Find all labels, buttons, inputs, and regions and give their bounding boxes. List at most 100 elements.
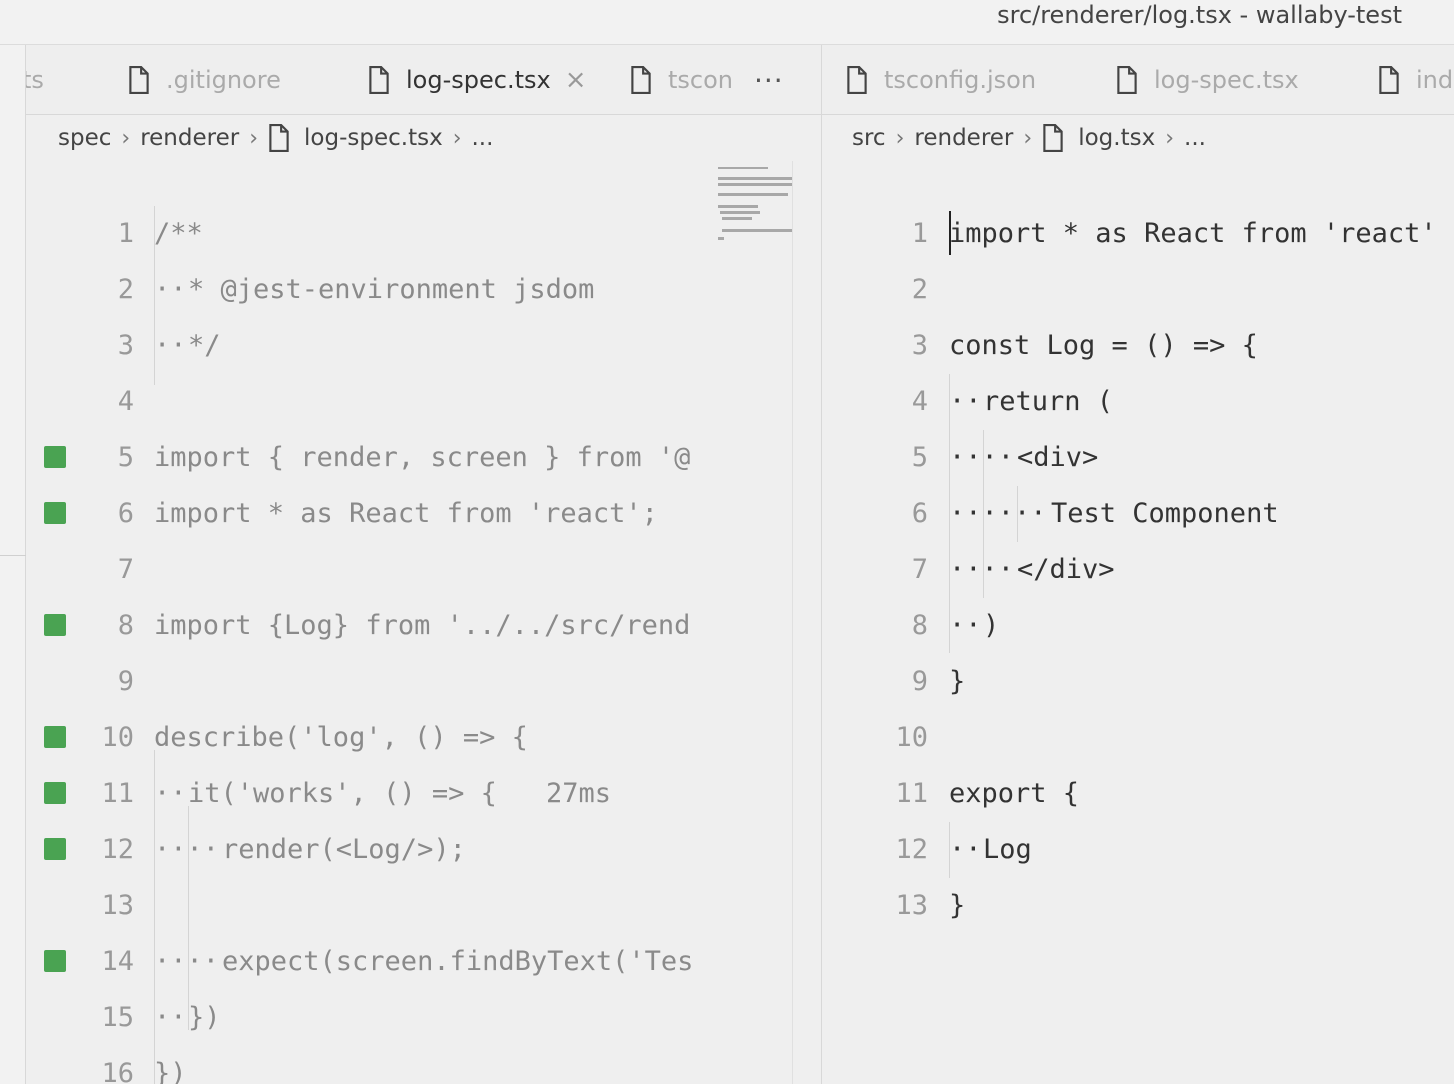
code-text: <div> [1017, 441, 1099, 473]
tab-label: tsconfig.json [884, 66, 1037, 94]
chevron-right-icon: › [1023, 125, 1033, 151]
activity-strip [0, 45, 26, 1084]
file-icon [1378, 66, 1400, 94]
code-line[interactable]: 12 ·· Log [822, 821, 1454, 877]
breadcrumb: src › renderer › log.tsx › ... [852, 115, 1206, 161]
more-icon[interactable]: ··· [754, 45, 784, 114]
code-line[interactable]: 9} [822, 653, 1454, 709]
code-line[interactable]: 11 export { [822, 765, 1454, 821]
code-line[interactable]: 15 ··}) [26, 989, 821, 1045]
file-icon [630, 66, 652, 94]
tab-tsconfig[interactable]: tscon [630, 45, 733, 114]
code-editor[interactable]: 1 /** 2 ·· * @jest-environment jsdom 3 ·· */4 5 i… [26, 161, 821, 1084]
code-text: Test Component [1051, 497, 1279, 529]
line-number: 5 [911, 441, 928, 473]
code-line[interactable]: 2 ·· * @jest-environment jsdom [26, 261, 821, 317]
code-text: import { render, screen } from '@ [154, 441, 691, 473]
code-line[interactable]: 11 ·· it('works', () => {27ms [26, 765, 821, 821]
tab-gitignore[interactable]: .gitignore [128, 45, 281, 114]
breadcrumb-item[interactable]: renderer [140, 125, 239, 151]
tab-log-spec[interactable]: log-spec.tsx × [368, 45, 587, 114]
code-line[interactable]: 16}) [26, 1045, 821, 1084]
tab-tsconfig-json[interactable]: tsconfig.json [846, 45, 1037, 114]
code-line[interactable]: 1 /** [26, 205, 821, 261]
test-timing: 27ms [546, 777, 612, 809]
close-icon[interactable]: × [565, 65, 587, 95]
code-line[interactable]: 3 const Log = () => { [822, 317, 1454, 373]
tab-label: .gitignore [166, 66, 281, 94]
code-text: /** [154, 217, 203, 249]
breadcrumb-item[interactable]: log.tsx [1078, 125, 1155, 151]
whitespace-marker: ···· [154, 945, 220, 977]
chevron-right-icon: › [249, 125, 259, 151]
line-number: 12 [895, 833, 928, 865]
code-line[interactable]: 3 ·· */ [26, 317, 821, 373]
file-icon [846, 66, 868, 94]
tab-index[interactable]: ind [1378, 45, 1453, 114]
line-number: 9 [911, 665, 928, 697]
breadcrumb-item[interactable]: ... [472, 125, 494, 151]
code-line[interactable]: 1 import * as React from 'react' [822, 205, 1454, 261]
code-line[interactable]: 10 describe('log', () => { [26, 709, 821, 765]
line-number: 6 [117, 497, 134, 529]
code-text: import * as React from 'react' [949, 217, 1437, 249]
code-line[interactable]: 13} [822, 877, 1454, 933]
code-line[interactable]: 4 ·· return ( [822, 373, 1454, 429]
line-number: 6 [911, 497, 928, 529]
code-line[interactable]: 2 [822, 261, 1454, 317]
code-text: * @jest-environment jsdom [188, 273, 595, 305]
file-icon [128, 66, 150, 94]
code-text: Log [983, 833, 1032, 865]
code-line[interactable]: 6 ······ Test Component [822, 485, 1454, 541]
right-editor-group: tsconfig.json log-spec.tsx ind src › ren… [821, 45, 1454, 1084]
tab-log-spec[interactable]: log-spec.tsx [1116, 45, 1299, 114]
breadcrumb-item[interactable]: src [852, 125, 886, 151]
tab-label: ts [26, 66, 44, 94]
breadcrumb: spec › renderer › log-spec.tsx › ... [58, 115, 493, 161]
line-number: 10 [101, 721, 134, 753]
whitespace-marker: ·· [949, 833, 982, 865]
code-line[interactable]: 7 [26, 541, 821, 597]
code-line[interactable]: 4 [26, 373, 821, 429]
code-line[interactable]: 6 import * as React from 'react'; [26, 485, 821, 541]
breadcrumb-item[interactable]: log-spec.tsx [304, 125, 443, 151]
tab-ts[interactable]: ts [26, 45, 44, 114]
whitespace-marker: ·· [154, 273, 187, 305]
breadcrumb-item[interactable]: spec [58, 125, 111, 151]
code-text: ) [983, 609, 1000, 641]
line-number: 8 [911, 609, 928, 641]
code-editor[interactable]: 1 import * as React from 'react' 2 3 const L… [822, 161, 1454, 1084]
file-icon [368, 66, 390, 94]
code-line[interactable]: 8 import {Log} from '../../src/rend [26, 597, 821, 653]
code-line[interactable]: 13 [26, 877, 821, 933]
line-number: 15 [101, 1001, 134, 1033]
code-line[interactable]: 12 ···· render(<Log/>); [26, 821, 821, 877]
code-text: }) [154, 1057, 187, 1084]
breadcrumb-item[interactable]: ... [1184, 125, 1206, 151]
line-number: 12 [101, 833, 134, 865]
line-number: 3 [911, 329, 928, 361]
file-icon [1042, 124, 1064, 152]
whitespace-marker: ·· [949, 609, 982, 641]
whitespace-marker: ·· [154, 1001, 187, 1033]
coverage-indicator [44, 502, 66, 524]
chevron-right-icon: › [1165, 125, 1175, 151]
line-number: 1 [117, 217, 134, 249]
code-text: } [949, 889, 966, 921]
code-line[interactable]: 8 ··) [822, 597, 1454, 653]
chevron-right-icon: › [895, 125, 905, 151]
breadcrumb-item[interactable]: renderer [914, 125, 1013, 151]
code-line[interactable]: 14 ···· expect(screen.findByText('Tes [26, 933, 821, 989]
line-number: 13 [101, 889, 134, 921]
line-number: 13 [895, 889, 928, 921]
whitespace-marker: ···· [949, 553, 1015, 585]
line-number: 7 [117, 553, 134, 585]
code-line[interactable]: 10 [822, 709, 1454, 765]
code-line[interactable]: 5 import { render, screen } from '@ [26, 429, 821, 485]
whitespace-marker: ·· [949, 385, 982, 417]
code-line[interactable]: 7 ···· </div> [822, 541, 1454, 597]
code-line[interactable]: 9 [26, 653, 821, 709]
code-line[interactable]: 5 ···· <div> [822, 429, 1454, 485]
coverage-indicator [44, 950, 66, 972]
code-text: describe('log', () => { [154, 721, 528, 753]
